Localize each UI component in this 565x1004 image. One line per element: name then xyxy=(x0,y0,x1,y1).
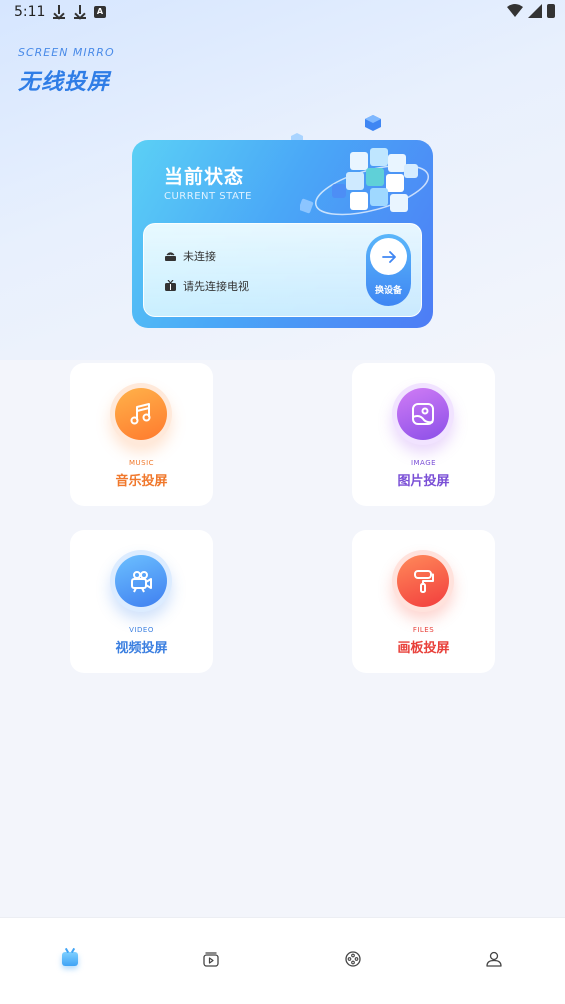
files-cast-card[interactable]: FILES 画板投屏 xyxy=(352,530,495,673)
connection-panel: 未连接 请先连接电视 换设备 xyxy=(143,223,422,317)
bottom-navigation xyxy=(0,917,565,1004)
current-state-card: 当前状态 CURRENT STATE 未连接 请先连接电视 换设备 xyxy=(132,140,433,328)
files-label: 画板投屏 xyxy=(397,641,450,656)
video-label-en: VIDEO xyxy=(129,626,154,634)
switch-device-label: 换设备 xyxy=(374,286,402,296)
files-icon-wrap xyxy=(392,550,454,612)
nav-media[interactable] xyxy=(200,948,222,970)
image-label-en: IMAGE xyxy=(410,459,437,467)
nav-home[interactable] xyxy=(59,948,81,970)
download-icon xyxy=(73,4,87,20)
state-title: 当前状态 xyxy=(164,166,245,188)
nav-discover[interactable] xyxy=(342,948,364,970)
cube-decoration-icon xyxy=(365,115,381,131)
video-cast-card[interactable]: VIDEO 视频投屏 xyxy=(70,530,213,673)
switch-device-button[interactable]: 换设备 xyxy=(366,234,411,306)
arrow-right-icon xyxy=(370,238,407,275)
state-subtitle: CURRENT STATE xyxy=(164,191,252,202)
tv-icon xyxy=(62,952,78,966)
router-icon xyxy=(165,252,176,261)
video-camera-icon xyxy=(115,555,167,607)
rubiks-cube-illustration xyxy=(300,148,430,216)
connection-status-row: 未连接 xyxy=(164,248,216,264)
image-cast-card[interactable]: IMAGE 图片投屏 xyxy=(352,363,495,506)
music-label-en: MUSIC xyxy=(128,459,155,467)
wifi-icon xyxy=(507,4,523,17)
connection-hint-text: 请先连接电视 xyxy=(183,280,249,293)
battery-icon xyxy=(547,4,555,18)
brand-english: SCREEN MIRRO xyxy=(18,46,115,59)
discover-icon xyxy=(345,951,361,967)
image-icon xyxy=(397,388,449,440)
connection-status-text: 未连接 xyxy=(183,250,216,263)
files-label-en: FILES xyxy=(412,626,435,634)
connection-hint-row: 请先连接电视 xyxy=(164,278,249,294)
music-icon-wrap xyxy=(110,383,172,445)
status-time: 5:11 xyxy=(14,4,46,20)
profile-icon xyxy=(486,951,502,967)
signal-icon xyxy=(528,4,542,18)
image-label: 图片投屏 xyxy=(397,474,450,489)
paint-roller-icon xyxy=(397,555,449,607)
accessibility-icon: A xyxy=(94,6,106,18)
system-icons xyxy=(507,4,555,18)
brand-title: 无线投屏 xyxy=(18,70,111,95)
download-icon xyxy=(52,4,66,20)
media-icon xyxy=(203,952,219,967)
tv-icon xyxy=(165,280,176,291)
notification-icons: A xyxy=(52,4,106,20)
music-label: 音乐投屏 xyxy=(115,474,168,489)
music-cast-card[interactable]: MUSIC 音乐投屏 xyxy=(70,363,213,506)
music-note-icon xyxy=(115,388,167,440)
video-icon-wrap xyxy=(110,550,172,612)
video-label: 视频投屏 xyxy=(115,641,168,656)
nav-profile[interactable] xyxy=(483,948,505,970)
image-icon-wrap xyxy=(392,383,454,445)
status-bar: 5:11 A xyxy=(0,0,565,26)
